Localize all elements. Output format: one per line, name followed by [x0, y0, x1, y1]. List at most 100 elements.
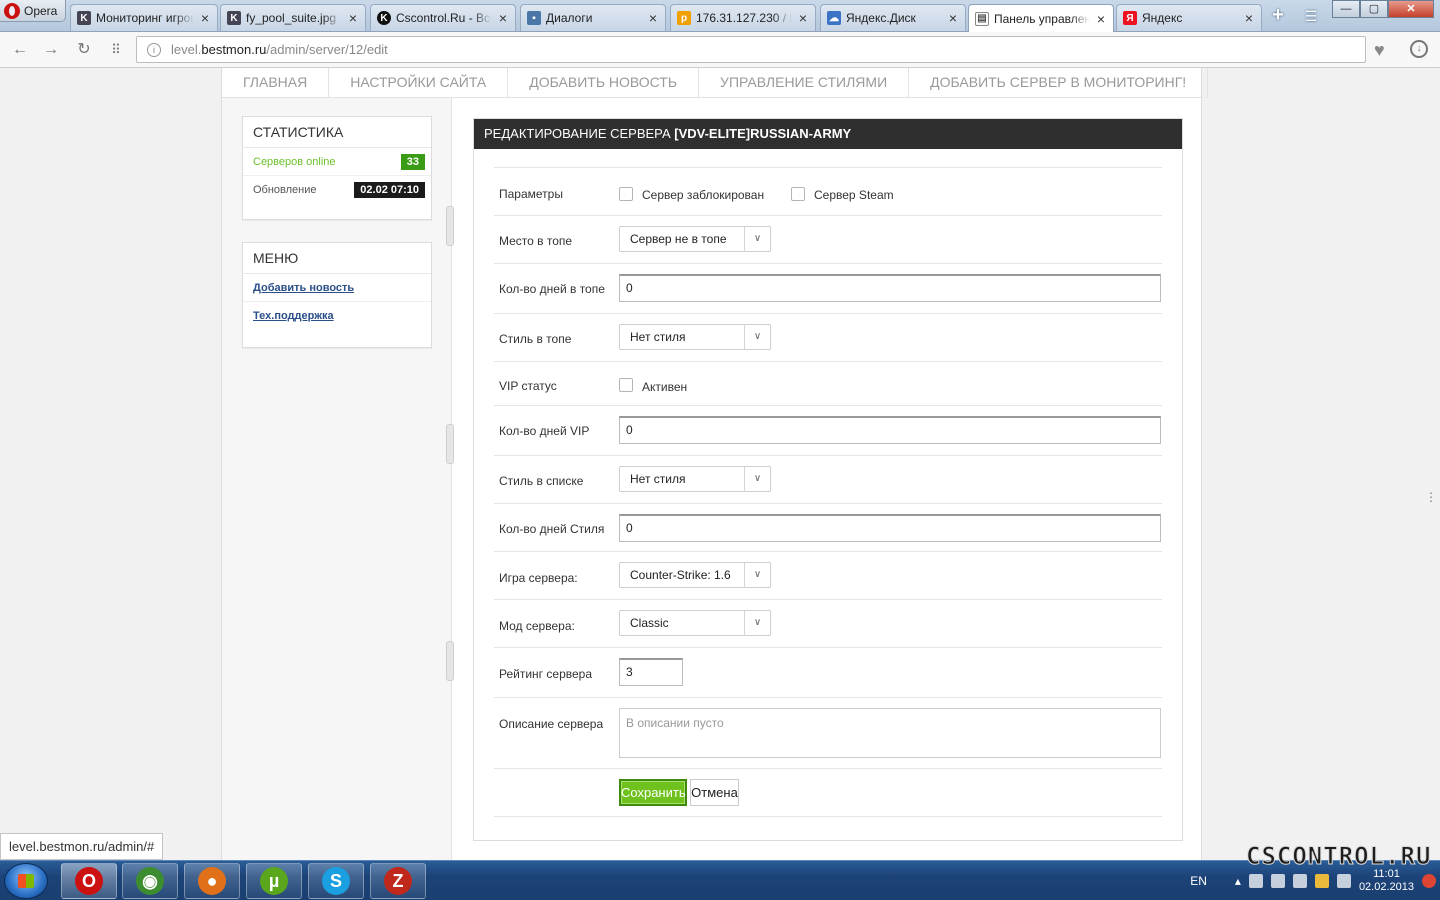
game-label: Игра сервера:	[499, 571, 578, 585]
sidebar-toggle-icon[interactable]: ⋮	[1425, 490, 1437, 508]
minimize-icon[interactable]: —	[1332, 0, 1360, 18]
tab-cscontrol[interactable]: K Cscontrol.Ru - Все ×	[370, 4, 516, 31]
browser-tab-bar: Opera K Мониторинг игровых серверов × K …	[0, 0, 1440, 32]
tab-menu-icon[interactable]: ☰	[1300, 8, 1322, 24]
stats-online-label: Серверов online	[253, 155, 336, 168]
forward-arrow-icon[interactable]: →	[41, 40, 61, 60]
tab-close-icon[interactable]: ×	[347, 10, 359, 26]
steam-checkbox[interactable]	[791, 187, 805, 201]
tab-close-icon[interactable]: ×	[1243, 10, 1255, 26]
vk-icon: ▪	[527, 11, 541, 25]
tab-close-icon[interactable]: ×	[497, 10, 509, 26]
tray-expand-icon[interactable]: ▴	[1235, 874, 1241, 888]
opera-menu-button[interactable]: Opera	[0, 0, 66, 22]
form-actions-row: Сохранить Отмена	[494, 769, 1162, 817]
tab-close-icon[interactable]: ×	[1095, 11, 1107, 27]
taskbar-app-utorrent[interactable]: µ	[246, 863, 302, 899]
tab-close-icon[interactable]: ×	[797, 10, 809, 26]
rating-row: Рейтинг сервера 3	[494, 648, 1162, 698]
tab-close-icon[interactable]: ×	[947, 10, 959, 26]
tab-title: fy_pool_suite.jpg	[246, 11, 337, 25]
tab-control-panel[interactable]: ▤ Панель управления ×	[968, 4, 1114, 32]
sidebar: Статистика Серверов online 33 Обновление…	[222, 98, 452, 860]
tab-close-icon[interactable]: ×	[199, 10, 211, 26]
address-bar[interactable]: i level.bestmon.ru/admin/server/12/edit	[136, 36, 1366, 63]
site-wrapper: Главная Настройки сайта Добавить новость…	[221, 68, 1209, 860]
reload-icon[interactable]: ↻	[74, 40, 94, 60]
tray-app-icon[interactable]	[1248, 874, 1263, 888]
site-info-icon[interactable]: i	[147, 42, 161, 57]
mod-select[interactable]: Classic ∨	[619, 610, 771, 636]
tray-app-icon[interactable]	[1314, 874, 1329, 888]
rating-input[interactable]: 3	[619, 658, 683, 686]
vip-checkbox[interactable]	[619, 378, 633, 392]
vip-days-row: Кол-во дней VIP 0	[494, 406, 1162, 456]
tab-title: Cscontrol.Ru - Все	[396, 11, 492, 25]
download-icon[interactable]: ↓	[1410, 40, 1428, 58]
resize-handle[interactable]	[446, 641, 454, 681]
menu-item-manage-styles[interactable]: Управление стилями	[699, 68, 910, 98]
game-select[interactable]: Counter-Strike: 1.6 ∨	[619, 562, 771, 588]
vip-checkbox-label: Активен	[642, 380, 688, 394]
tab-yandex[interactable]: Я Яндекс ×	[1116, 4, 1262, 31]
list-style-select[interactable]: Нет стиля ∨	[619, 466, 771, 492]
utorrent-icon: µ	[260, 867, 288, 895]
language-indicator[interactable]: EN	[1190, 874, 1207, 888]
back-arrow-icon[interactable]: ←	[10, 40, 30, 60]
page-icon: ▤	[975, 11, 989, 26]
blocked-checkbox[interactable]	[619, 187, 633, 201]
sidebar-link-add-news[interactable]: Добавить новость	[243, 274, 431, 302]
vip-days-input[interactable]: 0	[619, 416, 1161, 444]
top-style-select[interactable]: Нет стиля ∨	[619, 324, 771, 350]
description-textarea[interactable]: В описании пусто	[619, 708, 1161, 758]
new-tab-plus-icon[interactable]: +	[1268, 5, 1288, 26]
tab-close-icon[interactable]: ×	[647, 10, 659, 26]
taskbar-app-firefox[interactable]: ●	[184, 863, 240, 899]
style-days-input[interactable]: 0	[619, 514, 1161, 542]
menu-item-add-news[interactable]: Добавить новость	[508, 68, 700, 98]
blocked-checkbox-label: Сервер заблокирован	[642, 188, 765, 202]
tab-yandex-disk[interactable]: ☁ Яндекс.Диск ×	[820, 4, 966, 31]
tray-app-icon[interactable]	[1270, 874, 1285, 888]
stats-update-label: Обновление	[253, 184, 317, 196]
clock[interactable]: 11:01 02.02.2013	[1359, 868, 1414, 894]
taskbar-app-chrome[interactable]: ◉	[122, 863, 178, 899]
top-days-input[interactable]: 0	[619, 274, 1161, 302]
tray-app-icon[interactable]	[1292, 874, 1307, 888]
url-path: /admin/server/12/edit	[266, 42, 388, 57]
top-place-value: Сервер не в топе	[630, 232, 727, 246]
speed-dial-grid-icon[interactable]: ⠿	[106, 40, 126, 60]
menu-item-add-server[interactable]: Добавить сервер в мониторинг!	[909, 68, 1209, 98]
media-play-icon[interactable]	[1422, 874, 1436, 888]
top-place-select[interactable]: Сервер не в топе ∨	[619, 226, 771, 252]
save-button[interactable]: Сохранить	[619, 779, 687, 806]
tab-monitoring[interactable]: K Мониторинг игровых серверов ×	[70, 4, 218, 31]
status-url-tooltip: level.bestmon.ru/admin/#	[0, 833, 164, 860]
steam-checkbox-label: Сервер Steam	[814, 188, 894, 202]
taskbar-app-skype[interactable]: S	[308, 863, 364, 899]
mod-row: Мод сервера: Classic ∨	[494, 600, 1162, 648]
bookmark-heart-icon[interactable]: ♥	[1374, 40, 1385, 61]
tab-title: Яндекс.Диск	[846, 11, 916, 25]
tab-phpmyadmin[interactable]: p 176.31.127.230 / lo ×	[670, 4, 816, 31]
web-page: Главная Настройки сайта Добавить новость…	[0, 68, 1440, 860]
network-icon[interactable]	[1336, 874, 1351, 888]
top-place-label: Место в топе	[499, 234, 573, 248]
maximize-icon[interactable]: ▢	[1360, 0, 1388, 18]
tab-title: Панель управления	[994, 11, 1090, 26]
taskbar-app-opera[interactable]: O	[61, 863, 117, 899]
cancel-button[interactable]: Отмена	[690, 779, 739, 806]
filezilla-icon: Z	[384, 867, 412, 895]
window-close-icon[interactable]: ✕	[1388, 0, 1434, 18]
sidebar-link-support[interactable]: Тех.поддержка	[243, 302, 431, 330]
resize-handle[interactable]	[446, 424, 454, 464]
tab-image[interactable]: K fy_pool_suite.jpg ×	[220, 4, 366, 31]
menu-item-site-settings[interactable]: Настройки сайта	[329, 68, 509, 98]
start-button-icon[interactable]	[4, 863, 48, 899]
taskbar-app-filezilla[interactable]: Z	[370, 863, 426, 899]
menu-item-home[interactable]: Главная	[222, 68, 330, 98]
cs-icon: K	[77, 11, 91, 25]
resize-handle[interactable]	[446, 206, 454, 246]
chevron-down-icon: ∨	[744, 611, 770, 635]
tab-dialogs[interactable]: ▪ Диалоги ×	[520, 4, 666, 31]
